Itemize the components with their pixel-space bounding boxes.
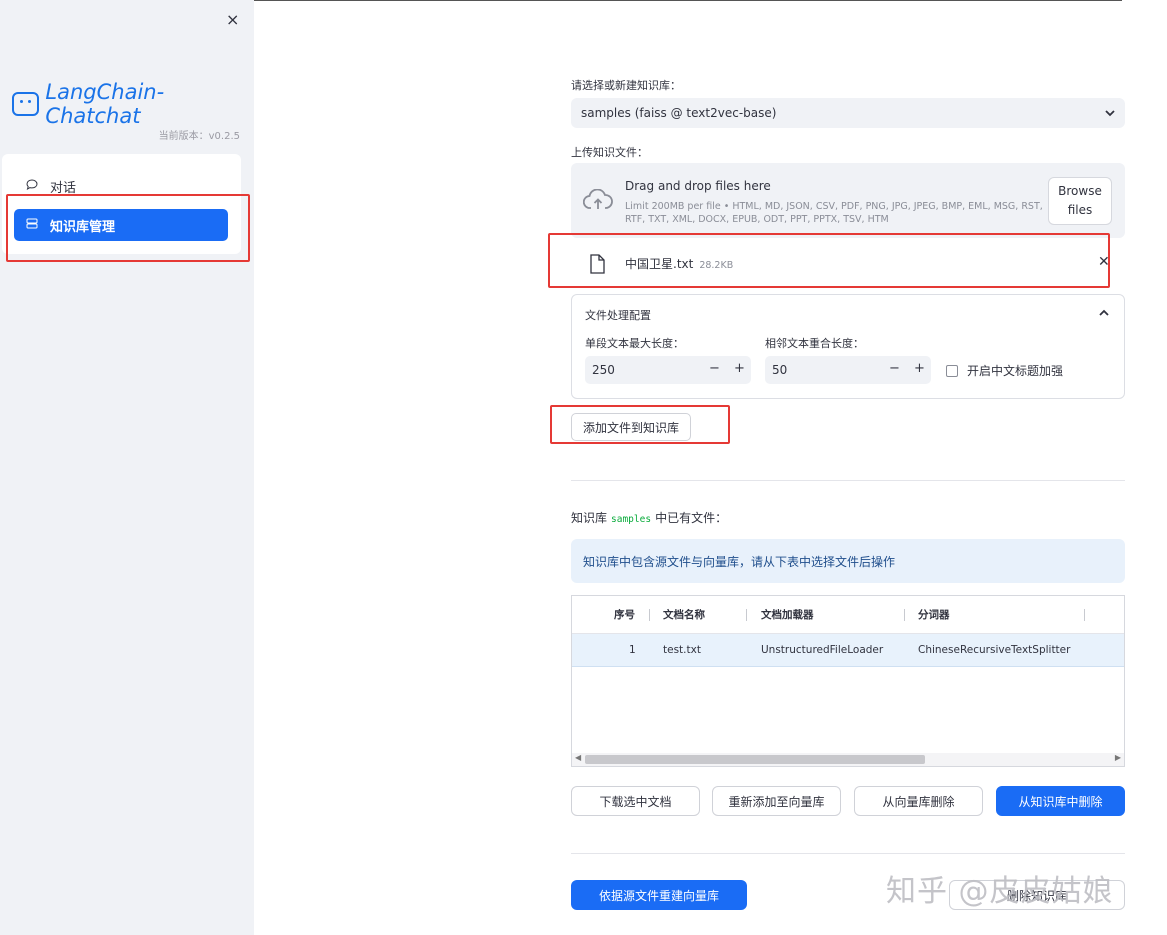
- col-header-name[interactable]: 文档名称: [663, 596, 705, 633]
- divider: [571, 853, 1125, 854]
- horizontal-scrollbar[interactable]: ◀ ▶: [572, 753, 1124, 766]
- column-separator[interactable]: [746, 609, 747, 621]
- max-length-stepper[interactable]: 250 − +: [585, 356, 751, 384]
- col-header-splitter[interactable]: 分词器: [918, 596, 950, 633]
- close-sidebar-icon[interactable]: ×: [226, 10, 239, 29]
- sidebar: × LangChain-Chatchat 当前版本：v0.2.5 对话 知识库管…: [0, 0, 254, 935]
- cloud-upload-icon: [582, 188, 613, 215]
- nav-item-knowledge-base-label: 知识库管理: [50, 219, 116, 235]
- checkbox-box[interactable]: [946, 364, 958, 377]
- increment-button[interactable]: +: [734, 361, 745, 376]
- column-separator[interactable]: [1084, 609, 1085, 621]
- cell-loader: UnstructuredFileLoader: [761, 644, 884, 656]
- version-label: 当前版本：v0.2.5: [158, 131, 240, 142]
- scrollbar-thumb[interactable]: [585, 755, 925, 764]
- kb-name-code: samples: [611, 514, 652, 525]
- app-root: × LangChain-Chatchat 当前版本：v0.2.5 对话 知识库管…: [0, 0, 1167, 935]
- delete-from-vs-button[interactable]: 从向量库删除: [854, 786, 983, 816]
- overlap-length-label: 相邻文本重合长度：: [765, 337, 864, 350]
- download-selected-button[interactable]: 下载选中文档: [571, 786, 700, 816]
- column-separator[interactable]: [904, 609, 905, 621]
- browse-files-button[interactable]: Browse files: [1048, 177, 1112, 225]
- delete-from-kb-button[interactable]: 从知识库中删除: [996, 786, 1125, 816]
- decrement-button[interactable]: −: [889, 361, 900, 376]
- col-header-loader[interactable]: 文档加载器: [761, 596, 814, 633]
- cell-splitter: ChineseRecursiveTextSplitter: [918, 644, 1071, 656]
- cell-name: test.txt: [663, 644, 701, 656]
- file-processing-config: 文件处理配置 单段文本最大长度： 相邻文本重合长度： 250 − + 50 − …: [571, 294, 1125, 399]
- kb-select[interactable]: samples (faiss @ text2vec-base): [571, 98, 1125, 128]
- top-divider: [254, 0, 1122, 1]
- database-icon: [26, 218, 40, 232]
- logo-text: LangChain-Chatchat: [45, 80, 165, 128]
- config-title: 文件处理配置: [585, 309, 651, 322]
- existing-prefix: 知识库: [571, 511, 608, 525]
- file-name-text: 中国卫星.txt: [625, 257, 694, 271]
- overlap-length-value: 50: [772, 363, 788, 377]
- nav-item-chat[interactable]: 对话: [14, 170, 228, 202]
- nav-item-chat-label: 对话: [50, 180, 77, 196]
- kb-select-value: samples (faiss @ text2vec-base): [581, 106, 777, 120]
- divider: [571, 480, 1125, 481]
- dropzone-limit: Limit 200MB per file • HTML, MD, JSON, C…: [625, 201, 1043, 225]
- rebuild-vs-button[interactable]: 依据源文件重建向量库: [571, 880, 747, 910]
- remove-file-icon[interactable]: ✕: [1098, 254, 1110, 270]
- increment-button[interactable]: +: [914, 361, 925, 376]
- chevron-down-icon: [1105, 106, 1115, 120]
- files-table[interactable]: 序号 文档名称 文档加载器 分词器 1 test.txt Unstructure…: [571, 595, 1125, 767]
- zh-title-label: 开启中文标题加强: [967, 364, 1064, 378]
- upload-label: 上传知识文件：: [571, 146, 648, 159]
- table-row[interactable]: 1 test.txt UnstructuredFileLoader Chines…: [572, 634, 1124, 667]
- chevron-up-icon[interactable]: [1099, 305, 1109, 319]
- max-length-label: 单段文本最大长度：: [585, 337, 684, 350]
- decrement-button[interactable]: −: [709, 361, 720, 376]
- add-to-kb-button[interactable]: 添加文件到知识库: [571, 413, 691, 441]
- uploaded-file-row: 中国卫星.txt 28.2KB ✕: [571, 243, 1125, 285]
- column-separator[interactable]: [649, 609, 650, 621]
- uploaded-file-name: 中国卫星.txt 28.2KB: [625, 255, 733, 272]
- table-header: 序号 文档名称 文档加载器 分词器: [572, 596, 1124, 634]
- file-icon: [589, 254, 605, 278]
- file-actions: 下载选中文档 重新添加至向量库 从向量库删除 从知识库中删除: [571, 786, 1125, 816]
- col-header-no[interactable]: 序号: [614, 596, 635, 633]
- re-add-to-vs-button[interactable]: 重新添加至向量库: [712, 786, 841, 816]
- existing-files-title: 知识库 samples 中已有文件：: [571, 509, 727, 526]
- chat-bubble-icon: [26, 179, 40, 193]
- file-dropzone[interactable]: Drag and drop files here Limit 200MB per…: [571, 163, 1125, 238]
- file-size: 28.2KB: [699, 260, 734, 271]
- scroll-right-icon[interactable]: ▶: [1115, 753, 1121, 762]
- nav-menu: 对话 知识库管理: [2, 154, 241, 254]
- existing-suffix: 中已有文件：: [655, 511, 728, 525]
- delete-kb-button[interactable]: 删除知识库: [949, 880, 1125, 910]
- chat-logo-icon: [12, 92, 40, 116]
- nav-item-knowledge-base[interactable]: 知识库管理: [14, 209, 228, 241]
- scroll-left-icon[interactable]: ◀: [575, 753, 581, 762]
- zh-title-checkbox[interactable]: 开启中文标题加强: [946, 362, 1063, 379]
- max-length-value: 250: [592, 363, 615, 377]
- app-logo: LangChain-Chatchat: [12, 80, 254, 128]
- dropzone-title: Drag and drop files here: [625, 179, 771, 193]
- info-alert: 知识库中包含源文件与向量库，请从下表中选择文件后操作: [571, 539, 1125, 583]
- cell-no: 1: [629, 644, 636, 656]
- overlap-length-stepper[interactable]: 50 − +: [765, 356, 931, 384]
- kb-select-label: 请选择或新建知识库：: [571, 79, 681, 92]
